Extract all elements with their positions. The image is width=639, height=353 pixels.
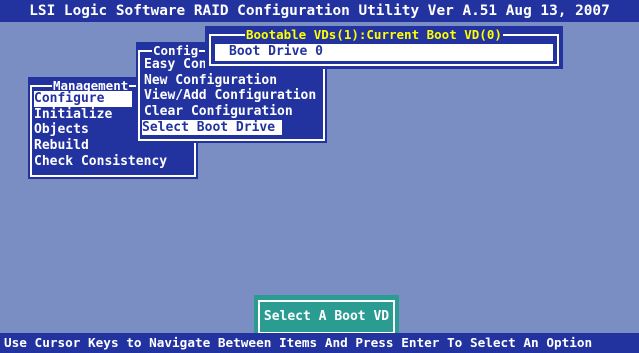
status-bar: Use Cursor Keys to Navigate Between Item… (0, 333, 639, 353)
menu-item-initialize[interactable]: Initialize (34, 107, 112, 123)
menu-item-select-boot-drive[interactable]: Select Boot Drive (142, 119, 282, 136)
title-bar: LSI Logic Software RAID Configuration Ut… (0, 0, 639, 22)
boot-vd-dialog-title: Bootable VDs(1):Current Boot VD(0) (245, 27, 503, 43)
menu-item-view-add-configuration[interactable]: View/Add Configuration (144, 88, 316, 104)
menu-item-objects[interactable]: Objects (34, 122, 89, 138)
menu-item-clear-configuration[interactable]: Clear Configuration (144, 104, 293, 120)
boot-vd-dialog: Bootable VDs(1):Current Boot VD(0) Boot … (205, 26, 563, 69)
menu-item-new-configuration[interactable]: New Configuration (144, 73, 277, 89)
menu-item-rebuild[interactable]: Rebuild (34, 138, 89, 154)
menu-item-easy-configuration[interactable]: Easy Con (144, 57, 207, 73)
boot-drive-field[interactable]: Boot Drive 0 (215, 44, 553, 61)
menu-item-check-consistency[interactable]: Check Consistency (34, 154, 167, 170)
menu-item-configure[interactable]: Configure (34, 91, 132, 107)
select-boot-vd-label: Select A Boot VD (258, 300, 395, 334)
